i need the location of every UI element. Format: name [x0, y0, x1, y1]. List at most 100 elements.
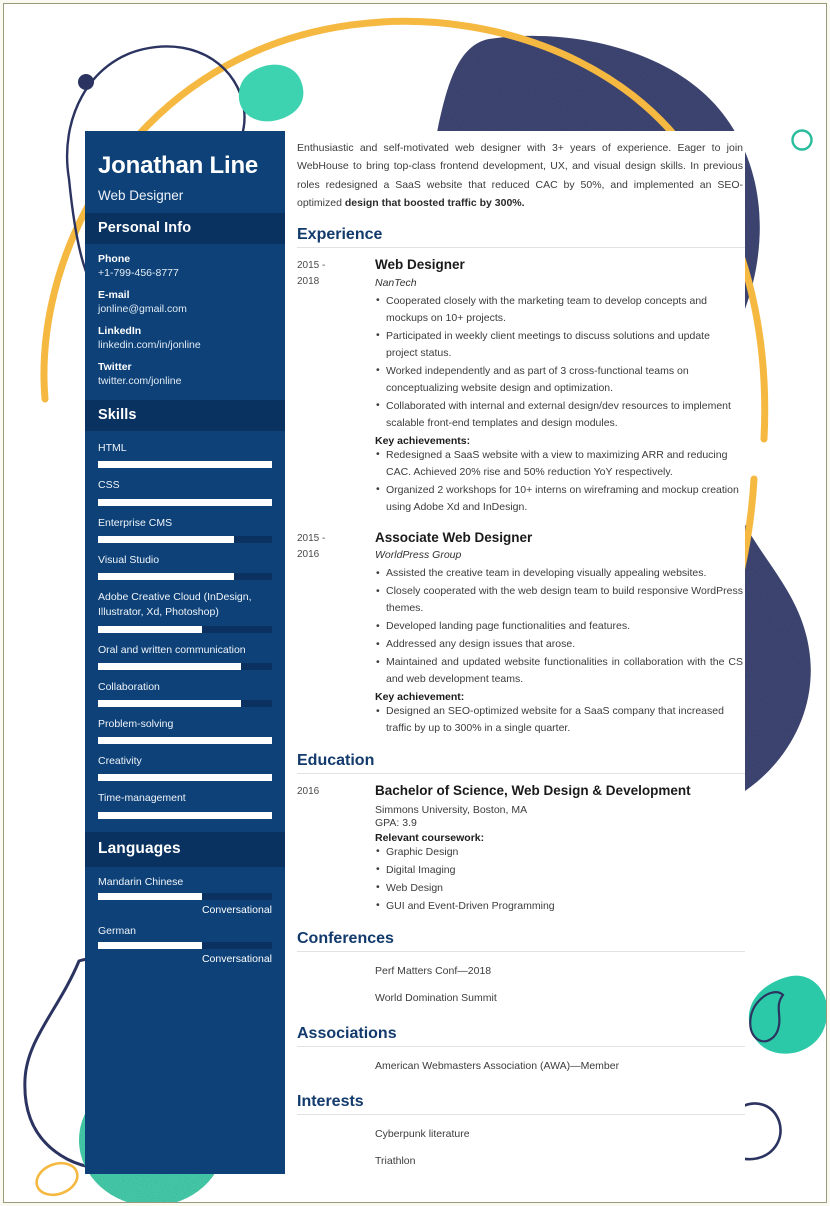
main-column: Enthusiastic and self-motivated web desi…	[285, 131, 745, 1174]
skill-bar	[98, 811, 272, 819]
bullet: Worked independently and as part of 3 cr…	[375, 362, 743, 397]
skill-item: HTML	[85, 431, 285, 469]
section-heading-experience: Experience	[297, 226, 383, 244]
bullet: Graphic Design	[375, 843, 743, 861]
skill-bar	[98, 625, 272, 633]
skill-bar-fill	[98, 737, 272, 745]
skill-bar	[98, 774, 272, 782]
section-rule	[297, 773, 745, 775]
bullet: GUI and Event-Driven Programming	[375, 897, 743, 915]
skill-name: Problem-solving	[98, 717, 174, 730]
education-degree: Bachelor of Science, Web Design & Develo…	[375, 783, 691, 799]
experience-achievements: Designed an SEO-optimized website for a …	[375, 703, 743, 737]
bullet: Maintained and updated website functiona…	[375, 654, 743, 688]
education-body: Bachelor of Science, Web Design & Develo…	[375, 782, 745, 916]
navy-outline-blob-bottom-right	[749, 991, 785, 1043]
language-name: German	[98, 924, 136, 937]
skill-name: CSS	[98, 479, 120, 492]
experience-entry: 2015 -2018 Web Designer NanTech Cooperat…	[297, 256, 745, 517]
contact-list: Phone +1-799-456-8777 E-mail jonline@gma…	[85, 244, 285, 400]
section-heading-interests: Interests	[297, 1092, 364, 1110]
skill-item: Adobe Creative Cloud (InDesign, Illustra…	[85, 580, 285, 633]
contact-value-phone: +1-799-456-8777	[98, 267, 179, 280]
education-entry: 2016 Bachelor of Science, Web Design & D…	[297, 782, 745, 916]
section-rule	[297, 247, 745, 249]
language-bar-fill	[98, 892, 203, 900]
skill-bar	[98, 662, 272, 670]
candidate-job-title: Web Designer	[98, 188, 184, 204]
contact-value-email: jonline@gmail.com	[98, 303, 187, 316]
association-item: American Webmasters Association (AWA)—Me…	[297, 1055, 745, 1079]
education-gpa: GPA: 3.9	[375, 816, 417, 829]
experience-body: Web Designer NanTech Cooperated closely …	[375, 256, 745, 517]
experience-role: Web Designer	[375, 257, 465, 273]
contact-label: Phone	[98, 253, 131, 266]
languages-list: Mandarin Chinese Conversational German C…	[85, 867, 285, 965]
bullet: Digital Imaging	[375, 861, 743, 879]
contact-item: Twitter twitter.com/jonline	[85, 352, 285, 400]
skill-bar-fill	[98, 573, 234, 581]
name-block: Jonathan Line Web Designer	[85, 131, 285, 213]
sidebar-heading-skills: Skills	[85, 400, 285, 432]
skill-bar-fill	[98, 699, 241, 707]
summary-paragraph: Enthusiastic and self-motivated web desi…	[297, 142, 743, 209]
sidebar-heading-languages: Languages	[85, 831, 285, 867]
contact-value-twitter[interactable]: twitter.com/jonline	[98, 375, 272, 387]
bullet: Web Design	[375, 879, 743, 897]
language-item: German Conversational	[85, 916, 285, 965]
skill-bar-fill	[98, 625, 203, 633]
bullet: Cooperated closely with the marketing te…	[375, 292, 743, 327]
interest-item: Cyberpunk literature	[297, 1123, 745, 1147]
teal-blob-top-left	[238, 64, 304, 122]
resume-sheet: Jonathan Line Web Designer Personal Info…	[85, 131, 745, 1174]
language-proficiency: Conversational	[201, 903, 272, 916]
section-heading-associations: Associations	[297, 1024, 397, 1042]
conference-item: World Domination Summit	[297, 987, 745, 1011]
language-name: Mandarin Chinese	[98, 875, 184, 888]
experience-bullets: Assisted the creative team in developing…	[375, 565, 743, 688]
bullet: Assisted the creative team in developing…	[375, 565, 743, 582]
conference-name: World Domination Summit	[375, 991, 497, 1004]
contact-value-linkedin[interactable]: linkedin.com/in/jonline	[98, 339, 272, 351]
skill-name: Oral and written communication	[98, 643, 246, 656]
section-rule	[297, 1113, 745, 1115]
section-rule	[297, 950, 745, 952]
resume-canvas: Jonathan Line Web Designer Personal Info…	[9, 9, 826, 1202]
skill-item: Oral and written communication	[85, 633, 285, 670]
skill-bar	[98, 535, 272, 543]
experience-entry: 2015 -2016 Associate Web Designer WorldP…	[297, 529, 745, 739]
interest-name: Cyberpunk literature	[375, 1127, 470, 1140]
interest-date	[297, 1150, 375, 1174]
skill-bar-fill	[98, 461, 272, 469]
contact-item: LinkedIn linkedin.com/in/jonline	[85, 316, 285, 351]
bullet: Organized 2 workshops for 10+ interns on…	[375, 481, 743, 516]
association-name: American Webmasters Association (AWA)—Me…	[375, 1059, 620, 1072]
experience-date: 2015 -2018	[297, 260, 326, 288]
bullet: Participated in weekly client meetings t…	[375, 327, 743, 362]
bullet: Closely cooperated with the web design t…	[375, 583, 743, 617]
language-bar-fill	[98, 941, 203, 949]
bullet: Designed an SEO-optimized website for a …	[375, 703, 743, 737]
experience-org: NanTech	[375, 276, 417, 289]
skill-name: HTML	[98, 442, 127, 455]
achievements-label: Key achievement:	[375, 691, 465, 704]
conference-name: Perf Matters Conf—2018	[375, 964, 492, 977]
skill-name: Enterprise CMS	[98, 516, 173, 529]
education-school: Simmons University, Boston, MA	[375, 803, 528, 816]
skill-name: Collaboration	[98, 680, 160, 693]
interest-item: Triathlon	[297, 1150, 745, 1174]
skill-bar-fill	[98, 811, 272, 819]
contact-item: E-mail jonline@gmail.com	[85, 280, 285, 315]
skill-item: Visual Studio	[85, 543, 285, 581]
skill-bar-fill	[98, 535, 234, 543]
yellow-ellipse-bottom-left	[35, 1161, 79, 1197]
contact-label: Twitter	[98, 361, 132, 374]
language-proficiency: Conversational	[201, 952, 272, 965]
skill-bar-fill	[98, 498, 272, 506]
bullet: Developed landing page functionalities a…	[375, 618, 743, 635]
sidebar-heading-personal-info: Personal Info	[85, 213, 285, 245]
skill-item: Time-management	[85, 781, 285, 831]
experience-date: 2015 -2016	[297, 532, 326, 560]
language-bar	[98, 941, 272, 949]
interest-date	[297, 1123, 375, 1147]
